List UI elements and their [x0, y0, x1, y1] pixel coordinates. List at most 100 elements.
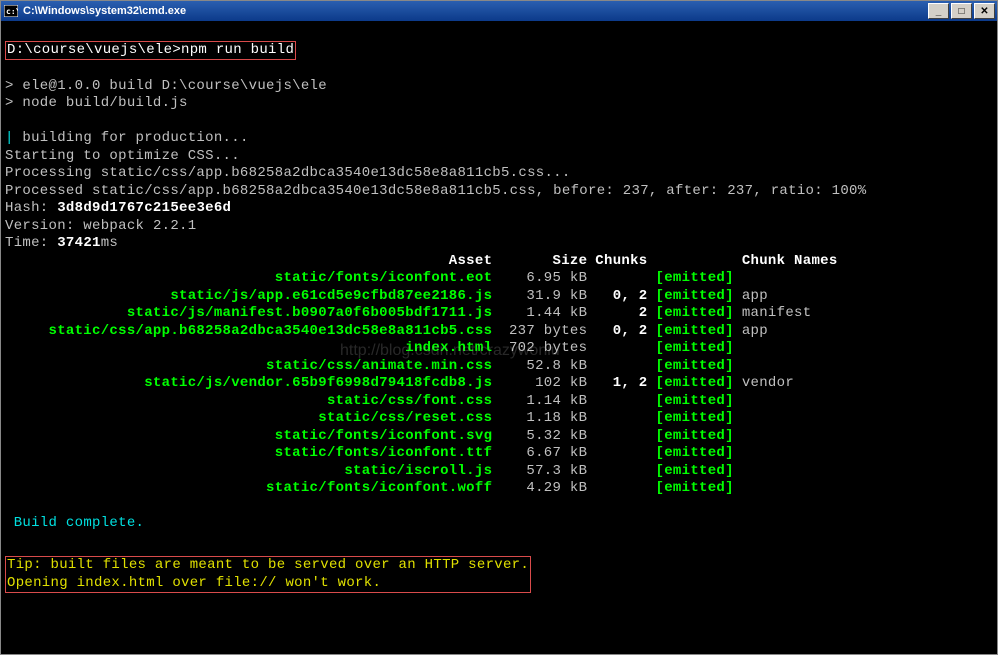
asset-name: static/fonts/iconfont.svg — [5, 428, 500, 446]
asset-chunk-name — [742, 480, 846, 498]
asset-emitted: [emitted] — [656, 410, 742, 428]
asset-table: Asset SizeChunks Chunk Names static/font… — [5, 253, 846, 498]
asset-row: static/js/app.e61cd5e9cfbd87ee2186.js 31… — [5, 288, 846, 306]
asset-name: static/fonts/iconfont.ttf — [5, 445, 500, 463]
asset-emitted: [emitted] — [656, 288, 742, 306]
asset-emitted: [emitted] — [656, 305, 742, 323]
time-label: Time: — [5, 235, 57, 251]
title-text: C:\Windows\system32\cmd.exe — [23, 5, 186, 17]
asset-emitted: [emitted] — [656, 463, 742, 481]
hash-value: 3d8d9d1767c215ee3e6d — [57, 200, 231, 216]
svg-text:c:\: c:\ — [6, 7, 18, 16]
asset-row: static/fonts/iconfont.ttf 6.67 kB [emitt… — [5, 445, 846, 463]
asset-chunk-name: vendor — [742, 375, 846, 393]
asset-name: static/iscroll.js — [5, 463, 500, 481]
titlebar[interactable]: c:\ C:\Windows\system32\cmd.exe _ □ ✕ — [1, 1, 997, 21]
asset-size: 5.32 kB — [500, 428, 595, 446]
asset-row: static/css/animate.min.css 52.8 kB [emit… — [5, 358, 846, 376]
asset-chunks — [595, 445, 655, 463]
asset-chunk-name — [742, 340, 846, 358]
asset-size: 52.8 kB — [500, 358, 595, 376]
asset-size: 1.18 kB — [500, 410, 595, 428]
asset-chunks — [595, 410, 655, 428]
asset-name: static/fonts/iconfont.woff — [5, 480, 500, 498]
asset-size: 6.95 kB — [500, 270, 595, 288]
processed-text: Processed static/css/app.b68258a2dbca354… — [5, 183, 866, 199]
asset-size: 102 kB — [500, 375, 595, 393]
building-text: building for production... — [22, 130, 248, 146]
asset-chunk-name — [742, 463, 846, 481]
asset-row: index.html 702 bytes [emitted] — [5, 340, 846, 358]
header-chunk-names: Chunk Names — [742, 253, 846, 271]
asset-row: static/fonts/iconfont.svg 5.32 kB [emitt… — [5, 428, 846, 446]
asset-chunks: 0, 2 — [595, 288, 655, 306]
asset-emitted: [emitted] — [656, 270, 742, 288]
asset-chunks: 0, 2 — [595, 323, 655, 341]
asset-row: static/fonts/iconfont.eot 6.95 kB [emitt… — [5, 270, 846, 288]
asset-chunks: 2 — [595, 305, 655, 323]
asset-chunks: 1, 2 — [595, 375, 655, 393]
close-button[interactable]: ✕ — [974, 3, 995, 19]
cmd-icon: c:\ — [3, 3, 19, 19]
terminal-output[interactable]: D:\course\vuejs\ele>npm run build > ele@… — [1, 21, 997, 654]
prompt-path: D:\course\vuejs\ele> — [7, 42, 181, 58]
asset-chunks — [595, 270, 655, 288]
asset-chunk-name — [742, 410, 846, 428]
header-emitted — [656, 253, 742, 271]
asset-name: static/js/vendor.65b9f6998d79418fcdb8.js — [5, 375, 500, 393]
asset-emitted: [emitted] — [656, 323, 742, 341]
asset-chunks — [595, 480, 655, 498]
asset-name: static/css/app.b68258a2dbca3540e13dc58e8… — [5, 323, 500, 341]
asset-size: 1.44 kB — [500, 305, 595, 323]
asset-row: static/fonts/iconfont.woff 4.29 kB [emit… — [5, 480, 846, 498]
maximize-button[interactable]: □ — [951, 3, 972, 19]
asset-emitted: [emitted] — [656, 358, 742, 376]
header-size: Size — [500, 253, 595, 271]
asset-row: static/css/app.b68258a2dbca3540e13dc58e8… — [5, 323, 846, 341]
asset-size: 702 bytes — [500, 340, 595, 358]
spinner-icon: | — [5, 130, 14, 146]
asset-name: static/fonts/iconfont.eot — [5, 270, 500, 288]
asset-size: 237 bytes — [500, 323, 595, 341]
asset-chunks — [595, 428, 655, 446]
asset-chunk-name — [742, 393, 846, 411]
asset-row: static/css/reset.css 1.18 kB [emitted] — [5, 410, 846, 428]
npm-line-0: > ele@1.0.0 build D:\course\vuejs\ele — [5, 78, 327, 94]
time-unit: ms — [101, 235, 118, 251]
prompt-cmd: npm run build — [181, 42, 294, 58]
header-asset: Asset — [5, 253, 500, 271]
asset-chunks — [595, 463, 655, 481]
asset-row: static/iscroll.js 57.3 kB [emitted] — [5, 463, 846, 481]
asset-name: static/js/manifest.b0907a0f6b005bdf1711.… — [5, 305, 500, 323]
asset-size: 57.3 kB — [500, 463, 595, 481]
prompt-line: D:\course\vuejs\ele>npm run build — [5, 41, 296, 61]
asset-size: 31.9 kB — [500, 288, 595, 306]
tip-box: Tip: built files are meant to be served … — [5, 556, 531, 593]
asset-chunks — [595, 393, 655, 411]
asset-chunk-name: app — [742, 323, 846, 341]
tip-line-2: Opening index.html over file:// won't wo… — [7, 575, 381, 591]
asset-name: static/css/animate.min.css — [5, 358, 500, 376]
asset-name: static/css/font.css — [5, 393, 500, 411]
asset-size: 6.67 kB — [500, 445, 595, 463]
processing-text: Processing static/css/app.b68258a2dbca35… — [5, 165, 571, 181]
asset-size: 1.14 kB — [500, 393, 595, 411]
header-chunks: Chunks — [595, 253, 655, 271]
asset-row: static/css/font.css 1.14 kB [emitted] — [5, 393, 846, 411]
asset-row: static/js/manifest.b0907a0f6b005bdf1711.… — [5, 305, 846, 323]
asset-emitted: [emitted] — [656, 480, 742, 498]
asset-chunk-name — [742, 358, 846, 376]
tip-line-1: Tip: built files are meant to be served … — [7, 557, 529, 573]
asset-chunk-name — [742, 428, 846, 446]
version-value: 2.2.1 — [153, 218, 197, 234]
asset-row: static/js/vendor.65b9f6998d79418fcdb8.js… — [5, 375, 846, 393]
asset-chunks — [595, 358, 655, 376]
optimize-text: Starting to optimize CSS... — [5, 148, 240, 164]
asset-name: static/js/app.e61cd5e9cfbd87ee2186.js — [5, 288, 500, 306]
asset-name: index.html — [5, 340, 500, 358]
minimize-button[interactable]: _ — [928, 3, 949, 19]
asset-emitted: [emitted] — [656, 375, 742, 393]
asset-chunk-name: manifest — [742, 305, 846, 323]
asset-chunk-name: app — [742, 288, 846, 306]
asset-chunk-name — [742, 270, 846, 288]
